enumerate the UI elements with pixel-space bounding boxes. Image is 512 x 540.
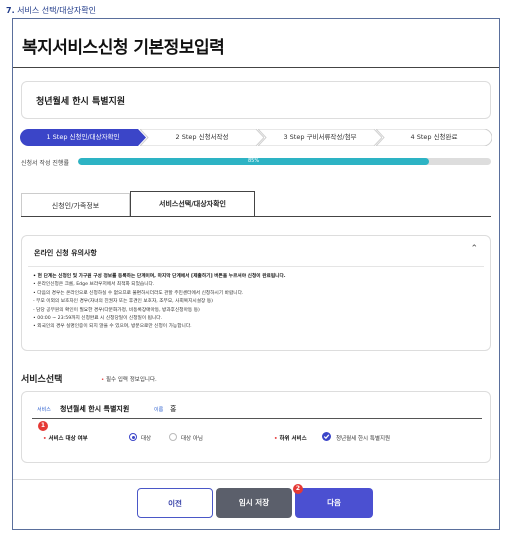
name-key: 이름 xyxy=(154,407,164,413)
page-title: 복지서비스신청 기본정보입력 xyxy=(22,38,225,58)
progress-label: 신청서 작성 진행률 xyxy=(21,160,69,167)
annotation-badge-2: 2 xyxy=(293,484,303,494)
notice-title: 온라인 신청 유의사항 xyxy=(34,249,97,257)
target-label: • 서비스 대상 여부 xyxy=(43,436,88,442)
notice-item: • 다음의 경우는 온라인으로 신청하실 수 없으므로 불편하시더라도 관할 주… xyxy=(33,290,244,296)
tab-applicant-family[interactable]: 신청인/가족정보 xyxy=(21,193,130,217)
sub-service-value: 청년월세 한시 특별지원 xyxy=(336,436,391,442)
service-key: 서비스 xyxy=(37,407,51,413)
step-1: 1 Step 신청인/대상자확인 xyxy=(20,129,146,146)
service-card: 청년월세 한시 특별지원 xyxy=(21,81,491,119)
notice-item: • 00:00 ~ 23:59까지 신청완료 시 신청당일이 신청일이 됩니다. xyxy=(33,316,163,322)
radio-target-yes[interactable] xyxy=(129,433,137,441)
service-form: 서비스 청년월세 한시 특별지원 이름 홍 1 • 서비스 대상 여부 대상 대… xyxy=(21,391,491,463)
progress-bar: 85% xyxy=(78,158,491,165)
step-3: 3 Step 구비서류작성/첨부 xyxy=(258,129,382,146)
form-frame: 복지서비스신청 기본정보입력 청년월세 한시 특별지원 1 Step 신청인/대… xyxy=(12,18,500,530)
notice-divider xyxy=(28,266,484,267)
name-value: 홍 xyxy=(170,405,177,413)
next-button[interactable]: 다음 xyxy=(295,488,373,518)
bottom-divider xyxy=(13,479,499,480)
notice-item: • 외국인의 경우 실명인증이 되지 않을 수 있으며, 방문으로만 신청이 가… xyxy=(33,324,192,330)
service-card-title: 청년월세 한시 특별지원 xyxy=(36,97,126,107)
step-2: 2 Step 신청서작성 xyxy=(140,129,264,146)
notice-item: • 현 단계는 신청인 및 가구원 구성 정보를 등록하는 단계이며, 마지막 … xyxy=(33,274,286,279)
step-4: 4 Step 신청완료 xyxy=(376,129,492,146)
title-divider xyxy=(13,67,499,68)
radio-label-no: 대상 아님 xyxy=(181,436,203,442)
annotation-badge-1: 1 xyxy=(38,421,48,431)
form-divider xyxy=(32,418,482,419)
prev-button[interactable]: 이전 xyxy=(137,488,213,518)
notice-panel: 온라인 신청 유의사항 ⌃ • 현 단계는 신청인 및 가구원 구성 정보를 등… xyxy=(21,235,491,351)
required-note: • 필수 입력 정보입니다. xyxy=(101,377,157,383)
radio-target-no[interactable] xyxy=(169,433,177,441)
section-caption: 7. 서비스 선택/대상자확인 xyxy=(6,6,96,15)
notice-item: - 부모 이외의 보호자인 경우(자녀의 친권자 또는 후견인 보호자, 조부모… xyxy=(33,299,213,305)
notice-item: - 담당 공무원의 확인이 필요한 경우(다문화가정, 비동록장애아동, 방과후… xyxy=(33,307,200,313)
sub-service-label: • 하위 서비스 xyxy=(274,436,307,442)
progress-text: 85% xyxy=(247,158,260,164)
notice-list: • 현 단계는 신청인 및 가구원 구성 정보를 등록하는 단계이며, 마지막 … xyxy=(33,273,286,332)
step-indicator: 1 Step 신청인/대상자확인 2 Step 신청서작성 3 Step 구비서… xyxy=(20,129,492,146)
tab-service-select[interactable]: 서비스선택/대상자확인 xyxy=(130,191,255,217)
chevron-up-icon[interactable]: ⌃ xyxy=(470,244,478,254)
radio-label-yes: 대상 xyxy=(141,436,152,442)
check-circle-icon[interactable] xyxy=(322,432,331,441)
notice-item: • 온라인신청은 크롬, Edge 브라우저에서 최적화 되었습니다. xyxy=(33,282,155,288)
section-title: 서비스선택 xyxy=(21,375,63,385)
temp-save-button[interactable]: 임시 저장 xyxy=(216,488,292,518)
service-value: 청년월세 한시 특별지원 xyxy=(60,405,130,413)
tab-divider xyxy=(21,216,491,217)
